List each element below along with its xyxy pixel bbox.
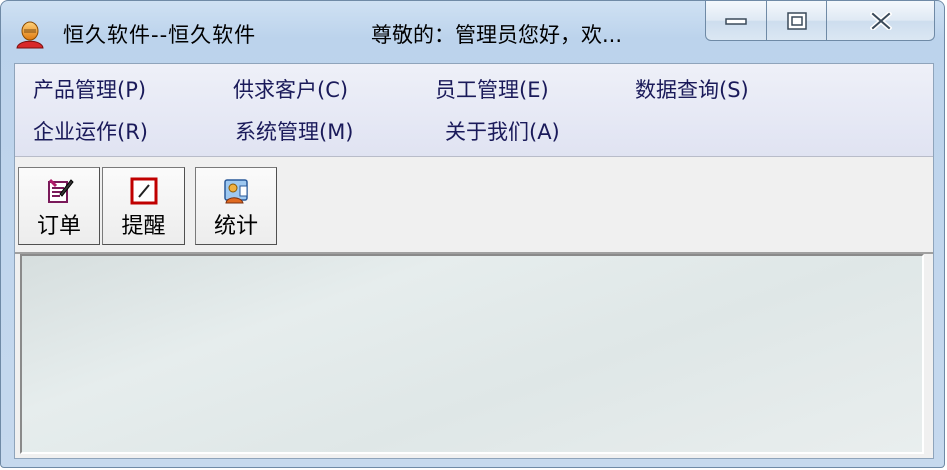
reminder-label: 提醒 <box>121 214 166 239</box>
menu-item-products[interactable]: 产品管理(P) <box>33 74 146 104</box>
welcome-greeting: 尊敬的：管理员您好，欢... <box>371 23 623 47</box>
statistics-label: 统计 <box>213 214 258 239</box>
close-button[interactable] <box>827 1 935 41</box>
window-title: 恒久软件--恒久软件 <box>63 23 257 47</box>
close-icon <box>869 11 892 30</box>
statistics-icon <box>224 179 248 204</box>
maximize-button[interactable] <box>767 1 827 41</box>
menu-item-operations[interactable]: 企业运作(R) <box>33 116 148 146</box>
minimize-icon <box>725 17 747 25</box>
menu-item-data-query[interactable]: 数据查询(S) <box>635 74 749 104</box>
maximize-icon <box>786 11 807 30</box>
reminder-icon <box>130 177 157 205</box>
order-button[interactable]: 订单 <box>18 167 100 245</box>
reminder-button[interactable]: 提醒 <box>102 167 185 245</box>
workspace-area[interactable] <box>20 254 924 454</box>
title-bar[interactable]: 恒久软件--恒久软件 尊敬的：管理员您好，欢... <box>1 1 944 61</box>
order-label: 订单 <box>36 214 81 239</box>
app-user-icon[interactable] <box>15 21 45 49</box>
menu-bar: 产品管理(P) 供求客户(C) 员工管理(E) 数据查询(S) 企业运作(R) … <box>15 64 933 157</box>
minimize-button[interactable] <box>705 1 767 41</box>
menu-item-customers[interactable]: 供求客户(C) <box>233 74 348 104</box>
toolbar: 订单 提醒 统计 <box>15 157 933 254</box>
client-area: 产品管理(P) 供求客户(C) 员工管理(E) 数据查询(S) 企业运作(R) … <box>14 63 934 459</box>
menu-item-employees[interactable]: 员工管理(E) <box>435 74 549 104</box>
statistics-button[interactable]: 统计 <box>195 167 277 245</box>
window-controls <box>705 1 935 45</box>
order-icon <box>48 178 74 203</box>
menu-item-about[interactable]: 关于我们(A) <box>445 116 560 146</box>
main-window: 恒久软件--恒久软件 尊敬的：管理员您好，欢... 产品管理(P) 供求客户(C… <box>0 0 945 468</box>
menu-item-system[interactable]: 系统管理(M) <box>235 116 354 146</box>
